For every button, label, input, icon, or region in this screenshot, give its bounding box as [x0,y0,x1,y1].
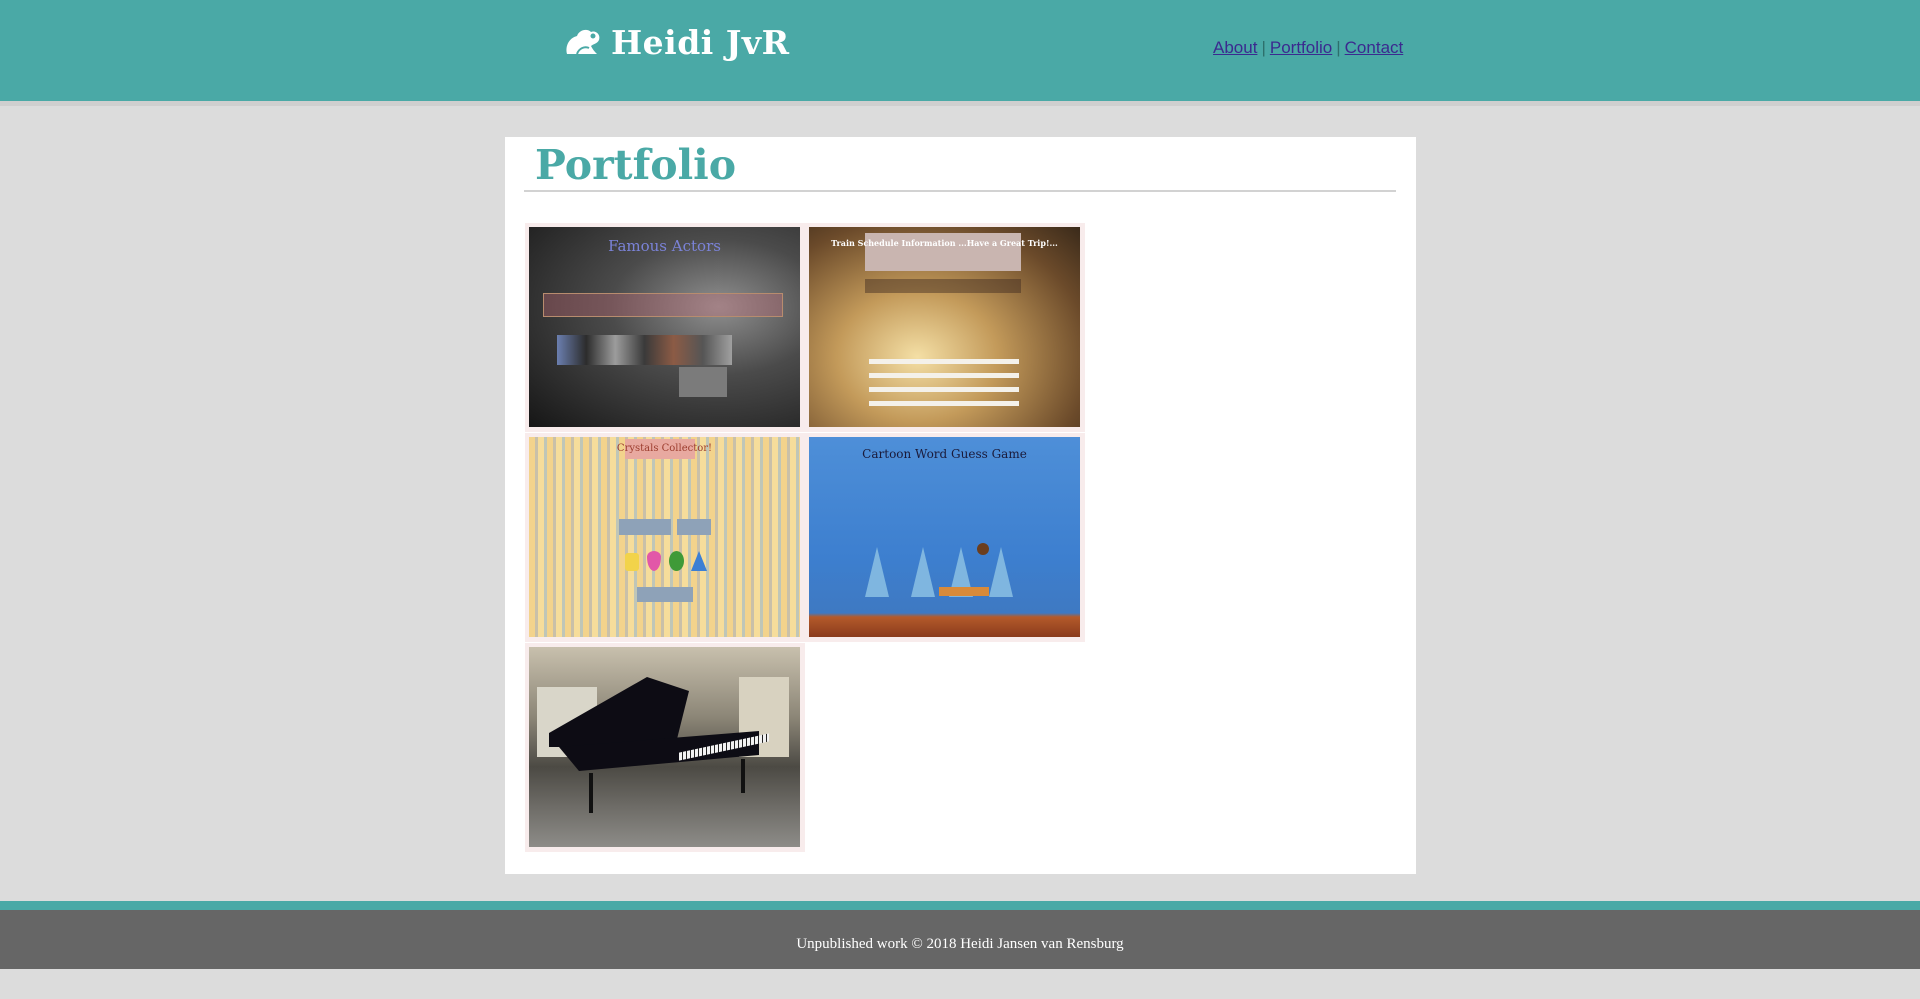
button-strip-graphic [543,293,783,317]
cartoon-figure-graphic [865,547,889,597]
nav-link-contact[interactable]: Contact [1345,38,1404,57]
site-footer: Unpublished work © 2018 Heidi Jansen van… [0,910,1920,969]
score-box-graphic [619,519,671,535]
form-input-graphic [869,359,1019,364]
table-header-graphic [865,279,1021,293]
crystal-graphic [647,551,661,571]
thumbnail-title: Train Schedule Information ...Have a Gre… [831,238,1058,248]
crystal-graphic [669,551,684,571]
site-header: Heidi JvR About | Portfolio | Contact [0,0,1920,101]
thumbnail-title: Cartoon Word Guess Game [862,447,1027,461]
crystal-graphic [691,551,707,571]
actor-photo-graphic [679,367,727,397]
main-content: Portfolio Famous Actors Train Schedule I… [505,137,1416,874]
thumbnail-title: Crystals Collector! [616,443,713,454]
reset-button-graphic [637,587,693,602]
nav-separator: | [1261,38,1266,57]
project-thumbnail[interactable]: Train Schedule Information ...Have a Gre… [809,227,1080,427]
main-nav: About | Portfolio | Contact [1213,38,1403,58]
piano-leg-graphic [741,759,745,793]
frog-icon [563,26,603,58]
project-thumbnail[interactable]: Famous Actors [529,227,800,427]
cartoon-figure-graphic [989,547,1013,597]
copyright-text: Unpublished work © 2018 Heidi Jansen van… [796,936,1124,952]
cartoon-figure-graphic [911,547,935,597]
cartoon-head-graphic [977,543,989,555]
site-title: Heidi JvR [611,22,790,62]
nav-link-portfolio[interactable]: Portfolio [1270,38,1332,57]
score-box-graphic [677,519,711,535]
portfolio-item-famous-actors[interactable]: Famous Actors [525,223,805,432]
footer-accent-bar [0,901,1920,910]
page-title: Portfolio [535,141,737,189]
project-thumbnail[interactable]: Cartoon Word Guess Game [809,437,1080,637]
thumbnail-title: Famous Actors [608,237,721,255]
portfolio-item-crystals-collector[interactable]: Crystals Collector! [525,433,805,642]
title-divider [524,190,1396,192]
portfolio-item-cartoon-word-guess[interactable]: Cartoon Word Guess Game [805,433,1085,642]
portfolio-item-train-schedule[interactable]: Train Schedule Information ...Have a Gre… [805,223,1085,432]
project-thumbnail[interactable] [529,647,800,847]
piano-leg-graphic [589,773,593,813]
portfolio-gallery: Famous Actors Train Schedule Information… [525,223,1091,863]
actor-photos-graphic [557,335,732,365]
form-input-graphic [869,373,1019,378]
project-thumbnail[interactable]: Crystals Collector! [529,437,800,637]
site-logo[interactable]: Heidi JvR [563,20,790,64]
nav-link-about[interactable]: About [1213,38,1257,57]
form-input-graphic [869,387,1019,392]
guess-button-graphic [939,587,989,596]
crystal-graphic [625,553,639,571]
form-input-graphic [869,401,1019,406]
nav-separator: | [1336,38,1341,57]
portfolio-item-piano[interactable] [525,643,805,852]
header-divider [0,101,1920,106]
